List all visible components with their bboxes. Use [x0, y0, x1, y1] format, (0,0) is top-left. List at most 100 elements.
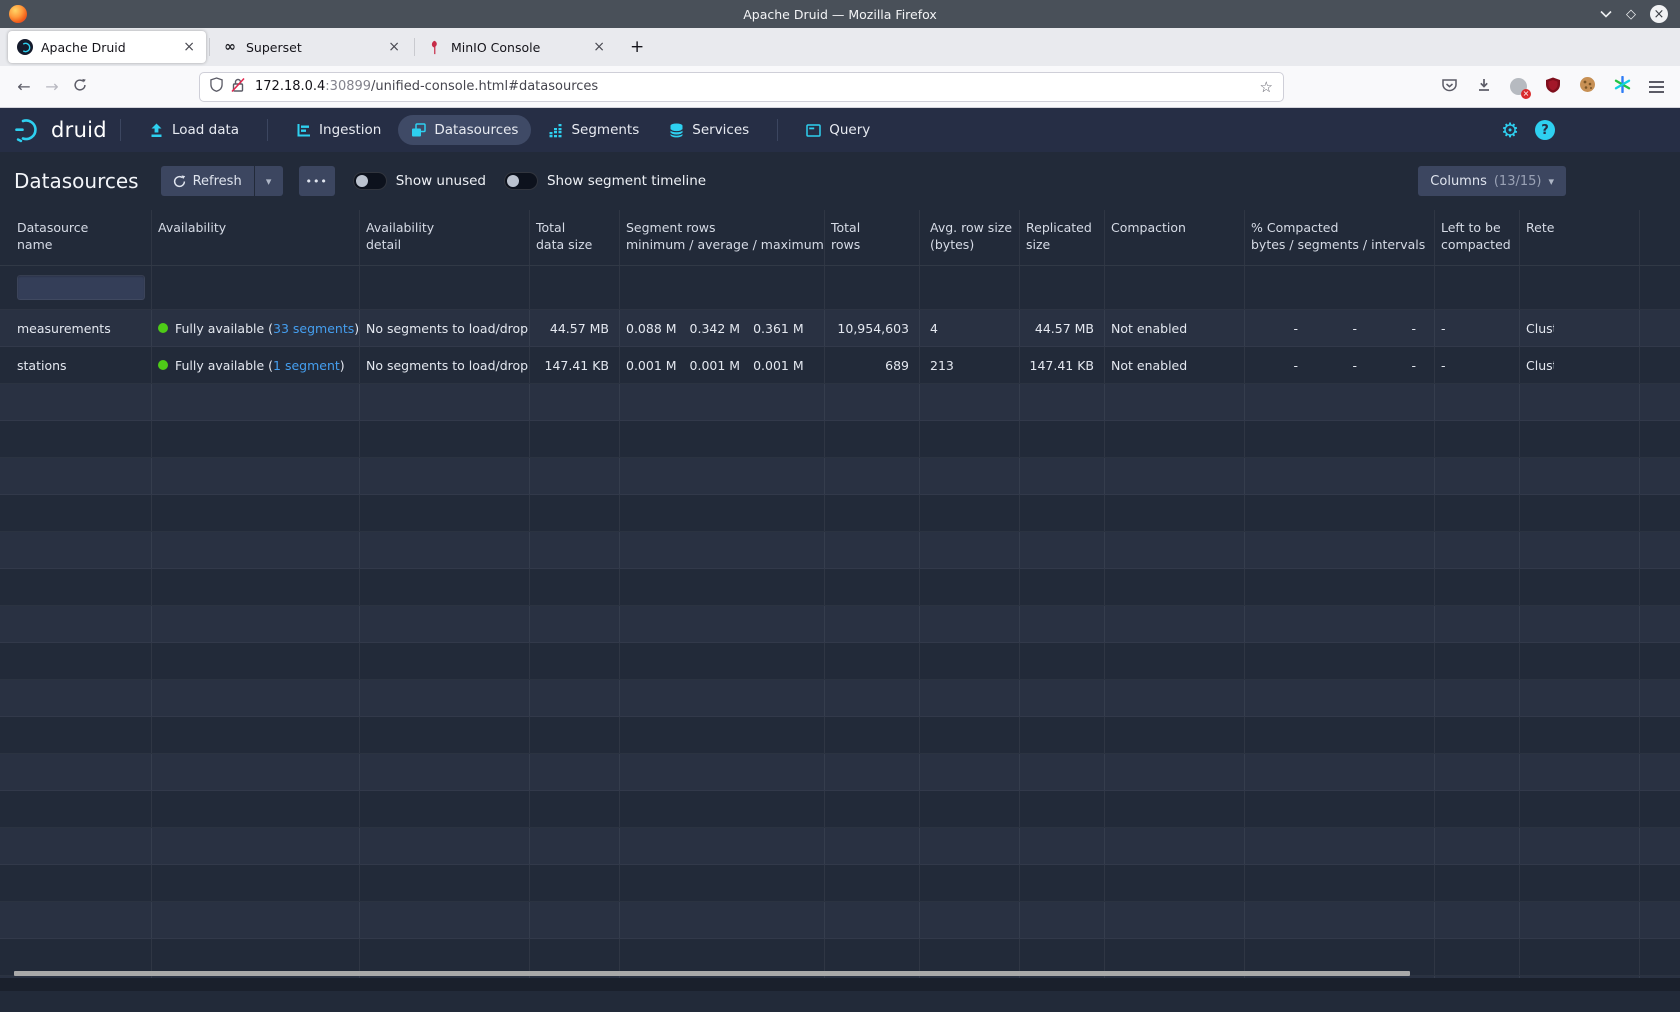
- nav-item-query[interactable]: Query: [793, 115, 883, 145]
- table-cell: [1020, 569, 1105, 605]
- column-header[interactable]: % Compactedbytes / segments / intervals: [1245, 210, 1435, 265]
- table-cell: [1020, 939, 1105, 975]
- column-header[interactable]: Replicatedsize: [1020, 210, 1105, 265]
- window-maximize-button[interactable]: ◇: [1626, 8, 1636, 21]
- bookmark-star-icon[interactable]: ☆: [1260, 78, 1273, 96]
- filter-cell: [1020, 266, 1105, 309]
- total-rows-cell: 689: [825, 347, 920, 383]
- filter-cell: [1105, 266, 1245, 309]
- window-hide-button[interactable]: [1600, 8, 1612, 21]
- menu-button[interactable]: [1649, 81, 1664, 93]
- table-cell: [1245, 569, 1435, 605]
- show-unused-toggle[interactable]: [353, 172, 387, 190]
- pocket-icon[interactable]: [1441, 77, 1458, 97]
- cookie-extension-icon[interactable]: [1579, 76, 1596, 97]
- settings-gear-icon[interactable]: ⚙: [1501, 120, 1519, 140]
- column-header[interactable]: Datasourcename: [0, 210, 152, 265]
- forward-button[interactable]: →: [38, 77, 66, 96]
- show-unused-label[interactable]: Show unused: [396, 173, 486, 189]
- pct-segments: -: [1310, 321, 1369, 336]
- druid-logo[interactable]: druid: [14, 117, 107, 143]
- columns-button[interactable]: Columns (13/15) ▾: [1418, 166, 1566, 196]
- nav-item-load-data[interactable]: Load data: [136, 115, 252, 145]
- table-cell: [1435, 643, 1520, 679]
- help-button[interactable]: ?: [1535, 120, 1555, 140]
- nav-item-services[interactable]: Services: [656, 115, 762, 145]
- back-button[interactable]: ←: [10, 77, 38, 96]
- column-header[interactable]: Availability: [152, 210, 360, 265]
- column-header[interactable]: Retention: [1520, 210, 1640, 265]
- datasource-name-filter-input[interactable]: [17, 275, 145, 300]
- table-cell: [1435, 754, 1520, 790]
- nav-item-label: Segments: [571, 122, 639, 138]
- nav-item-ingestion[interactable]: Ingestion: [283, 115, 394, 145]
- tab-close-icon[interactable]: ×: [591, 39, 607, 55]
- tab-close-icon[interactable]: ×: [386, 39, 402, 55]
- column-header[interactable]: Left to becompacted: [1435, 210, 1520, 265]
- ublock-shield-icon[interactable]: [1545, 77, 1561, 97]
- table-cell: [1435, 384, 1520, 420]
- insecure-lock-icon[interactable]: [231, 77, 245, 97]
- nav-item-datasources[interactable]: Datasources: [398, 115, 531, 145]
- url-bar[interactable]: 172.18.0.4:30899/unified-console.html#da…: [199, 72, 1284, 102]
- table-cell: [1640, 421, 1680, 457]
- tab-apache-druid[interactable]: Apache Druid ×: [8, 31, 206, 63]
- refresh-button[interactable]: Refresh: [161, 166, 254, 196]
- table-cell: [1245, 939, 1435, 975]
- table-cell: [1105, 939, 1245, 975]
- table-cell: [1020, 421, 1105, 457]
- column-header[interactable]: Compaction: [1105, 210, 1245, 265]
- table-cell: [1245, 828, 1435, 864]
- show-segment-timeline-label[interactable]: Show segment timeline: [547, 173, 706, 189]
- table-cell: [1435, 717, 1520, 753]
- percent-compacted-cell: - - -: [1245, 347, 1435, 383]
- chevron-down-icon: ▾: [1548, 175, 1554, 188]
- table-cell: [530, 421, 620, 457]
- table-cell: [1020, 384, 1105, 420]
- reload-button[interactable]: [66, 77, 94, 96]
- table-cell: [920, 717, 1020, 753]
- column-header[interactable]: Segment rowsminimum / average / maximum: [620, 210, 825, 265]
- table-header-row: DatasourcenameAvailabilityAvailabilityde…: [0, 210, 1680, 266]
- table-cell: [1520, 865, 1640, 901]
- new-tab-button[interactable]: +: [630, 37, 644, 57]
- table-cell: [1435, 569, 1520, 605]
- column-header[interactable]: Totalrows: [825, 210, 920, 265]
- show-segment-timeline-toggle[interactable]: [504, 172, 538, 190]
- horizontal-scrollbar-thumb[interactable]: [14, 971, 1410, 976]
- extension-icon[interactable]: [1510, 78, 1527, 95]
- table-cell: [152, 532, 360, 568]
- more-button[interactable]: •••: [299, 166, 335, 196]
- tab-superset[interactable]: ∞ Superset ×: [213, 31, 411, 63]
- column-header[interactable]: Availabilitydetail: [360, 210, 530, 265]
- refresh-caret-button[interactable]: ▾: [255, 166, 283, 196]
- bar-chart-icon: [548, 123, 563, 138]
- table-cell: [152, 717, 360, 753]
- table-cell: [1640, 569, 1680, 605]
- nav-item-segments[interactable]: Segments: [535, 115, 652, 145]
- table-cell: [920, 902, 1020, 938]
- sparkle-extension-icon[interactable]: [1614, 76, 1631, 97]
- table-cell: [530, 791, 620, 827]
- url-host: 172.18.0.4: [255, 79, 325, 94]
- table-cell: [360, 865, 530, 901]
- table-cell: [1640, 717, 1680, 753]
- download-icon[interactable]: [1476, 77, 1492, 97]
- column-header[interactable]: Totaldata size: [530, 210, 620, 265]
- segments-link[interactable]: 33 segments: [273, 321, 354, 336]
- table-cell: [530, 643, 620, 679]
- tab-minio[interactable]: MinIO Console ×: [418, 31, 616, 63]
- shield-icon[interactable]: [210, 77, 223, 96]
- pct-intervals: -: [1369, 321, 1428, 336]
- filler-cell: [1640, 347, 1680, 383]
- segments-link[interactable]: 1 segment: [273, 358, 340, 373]
- tab-close-icon[interactable]: ×: [181, 39, 197, 55]
- browser-toolbar: ← → 172.18.0.4:30899/unified-console.htm…: [0, 66, 1680, 108]
- table-cell: [360, 828, 530, 864]
- table-cell: [1640, 865, 1680, 901]
- window-close-button[interactable]: ×: [1650, 5, 1668, 23]
- tab-separator: [414, 38, 415, 56]
- column-header[interactable]: Avg. row size(bytes): [920, 210, 1020, 265]
- superset-favicon-icon: ∞: [222, 39, 238, 55]
- table-cell: [1435, 421, 1520, 457]
